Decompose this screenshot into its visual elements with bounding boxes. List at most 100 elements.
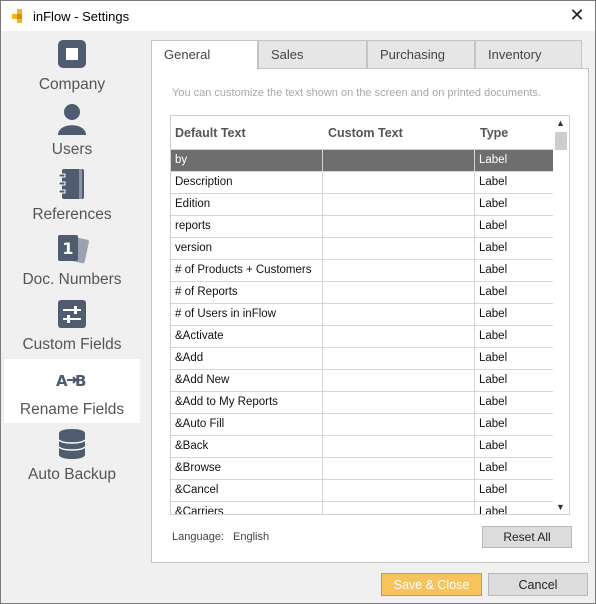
table-row[interactable]: &Add Label <box>171 348 555 370</box>
custom-text-cell[interactable] <box>323 458 475 479</box>
sidebar-item-users[interactable]: Users <box>4 99 140 163</box>
notebook-icon <box>58 169 84 199</box>
custom-text-cell[interactable] <box>323 370 475 391</box>
custom-text-cell[interactable] <box>323 392 475 413</box>
custom-text-cell[interactable] <box>323 414 475 435</box>
table-row[interactable]: version Label <box>171 238 555 260</box>
default-text-cell: # of Reports <box>171 282 323 303</box>
table-row[interactable]: &Back Label <box>171 436 555 458</box>
language-label: Language: <box>172 531 224 543</box>
table-row[interactable]: by Label <box>171 150 555 172</box>
scroll-down-icon[interactable]: ▼ <box>556 502 565 512</box>
table-row[interactable]: # of Reports Label <box>171 282 555 304</box>
default-text-cell: by <box>171 150 323 171</box>
column-header-custom-text[interactable]: Custom Text <box>328 126 403 140</box>
table-row[interactable]: # of Users in inFlow Label <box>171 304 555 326</box>
table-row[interactable]: Edition Label <box>171 194 555 216</box>
save-close-button[interactable]: Save & Close <box>381 573 482 596</box>
custom-text-cell[interactable] <box>323 304 475 325</box>
sidebar-item-company[interactable]: Company <box>4 34 140 98</box>
type-cell: Label <box>479 440 508 452</box>
table-row[interactable]: &Browse Label <box>171 458 555 480</box>
panel-hint: You can customize the text shown on the … <box>172 87 541 99</box>
table-row[interactable]: Description Label <box>171 172 555 194</box>
default-text-cell: # of Users in inFlow <box>171 304 323 325</box>
custom-text-cell[interactable] <box>323 216 475 237</box>
inflow-logo-icon <box>12 9 22 23</box>
sliders-icon <box>58 300 86 328</box>
tab-general[interactable]: General <box>151 40 258 70</box>
default-text-cell: reports <box>171 216 323 237</box>
default-text-cell: &Activate <box>171 326 323 347</box>
custom-text-cell[interactable] <box>323 480 475 501</box>
custom-text-cell[interactable] <box>323 238 475 259</box>
language-value: English <box>233 531 270 543</box>
sidebar-item-label: References <box>32 206 112 223</box>
close-button[interactable]: ✕ <box>567 5 587 25</box>
custom-text-cell[interactable] <box>323 172 475 193</box>
table-row[interactable]: &Add New Label <box>171 370 555 392</box>
sidebar-item-references[interactable]: References <box>4 164 140 228</box>
user-icon <box>58 104 86 135</box>
table-row[interactable]: &Cancel Label <box>171 480 555 502</box>
sidebar-item-rename-fields[interactable]: A B Rename Fields <box>4 359 140 423</box>
database-icon <box>58 429 86 459</box>
custom-text-cell[interactable] <box>323 282 475 303</box>
type-cell: Label <box>479 484 508 496</box>
sidebar-item-label: Custom Fields <box>22 336 122 353</box>
svg-text:A: A <box>56 372 68 390</box>
scroll-thumb[interactable] <box>555 132 567 150</box>
grid-scrollbar[interactable]: ▲ ▼ <box>553 116 569 514</box>
default-text-cell: &Add to My Reports <box>171 392 323 413</box>
sidebar-item-label: Company <box>38 76 106 93</box>
building-icon <box>58 40 86 68</box>
default-text-cell: &Add New <box>171 370 323 391</box>
document-number-icon: 1 <box>58 235 89 264</box>
type-cell: Label <box>479 396 508 408</box>
default-text-cell: &Cancel <box>171 480 323 501</box>
tab-purchasing[interactable]: Purchasing <box>367 40 475 69</box>
table-row[interactable]: &Add to My Reports Label <box>171 392 555 414</box>
type-cell: Label <box>479 154 508 166</box>
custom-text-cell[interactable] <box>323 194 475 215</box>
table-row[interactable]: # of Products + Customers Label <box>171 260 555 282</box>
tab-inventory[interactable]: Inventory <box>475 40 582 69</box>
sidebar-item-label: Doc. Numbers <box>22 271 122 288</box>
default-text-cell: Edition <box>171 194 323 215</box>
default-text-cell: # of Products + Customers <box>171 260 323 281</box>
default-text-cell: &Auto Fill <box>171 414 323 435</box>
default-text-cell: Description <box>171 172 323 193</box>
table-row[interactable]: &Activate Label <box>171 326 555 348</box>
type-cell: Label <box>479 462 508 474</box>
custom-text-cell[interactable] <box>323 436 475 457</box>
type-cell: Label <box>479 330 508 342</box>
general-tab-panel: You can customize the text shown on the … <box>151 68 589 563</box>
default-text-cell: &Browse <box>171 458 323 479</box>
sidebar-item-label: Users <box>51 141 93 158</box>
table-row[interactable]: &Carriers Label <box>171 502 555 514</box>
svg-text:B: B <box>75 372 86 390</box>
sidebar-item-auto-backup[interactable]: Auto Backup <box>4 424 140 488</box>
type-cell: Label <box>479 198 508 210</box>
custom-text-cell[interactable] <box>323 348 475 369</box>
column-header-default-text[interactable]: Default Text <box>175 126 246 140</box>
reset-all-button[interactable]: Reset All <box>482 526 572 548</box>
custom-text-cell[interactable] <box>323 326 475 347</box>
sidebar-item-label: Rename Fields <box>19 401 125 418</box>
custom-text-cell[interactable] <box>323 260 475 281</box>
column-header-type[interactable]: Type <box>480 126 508 140</box>
sidebar-item-custom-fields[interactable]: Custom Fields <box>4 294 140 358</box>
custom-text-cell[interactable] <box>323 150 475 171</box>
custom-text-cell[interactable] <box>323 502 475 514</box>
svg-text:1: 1 <box>62 239 73 258</box>
settings-sidebar: Company Users References 1 Doc. Numbers … <box>2 31 142 491</box>
sidebar-item-doc-numbers[interactable]: 1 Doc. Numbers <box>4 229 140 293</box>
tab-sales[interactable]: Sales <box>258 40 367 69</box>
cancel-button[interactable]: Cancel <box>488 573 588 596</box>
table-row[interactable]: reports Label <box>171 216 555 238</box>
type-cell: Label <box>479 286 508 298</box>
type-cell: Label <box>479 418 508 430</box>
default-text-cell: &Carriers <box>171 502 323 514</box>
scroll-up-icon[interactable]: ▲ <box>556 118 565 128</box>
table-row[interactable]: &Auto Fill Label <box>171 414 555 436</box>
